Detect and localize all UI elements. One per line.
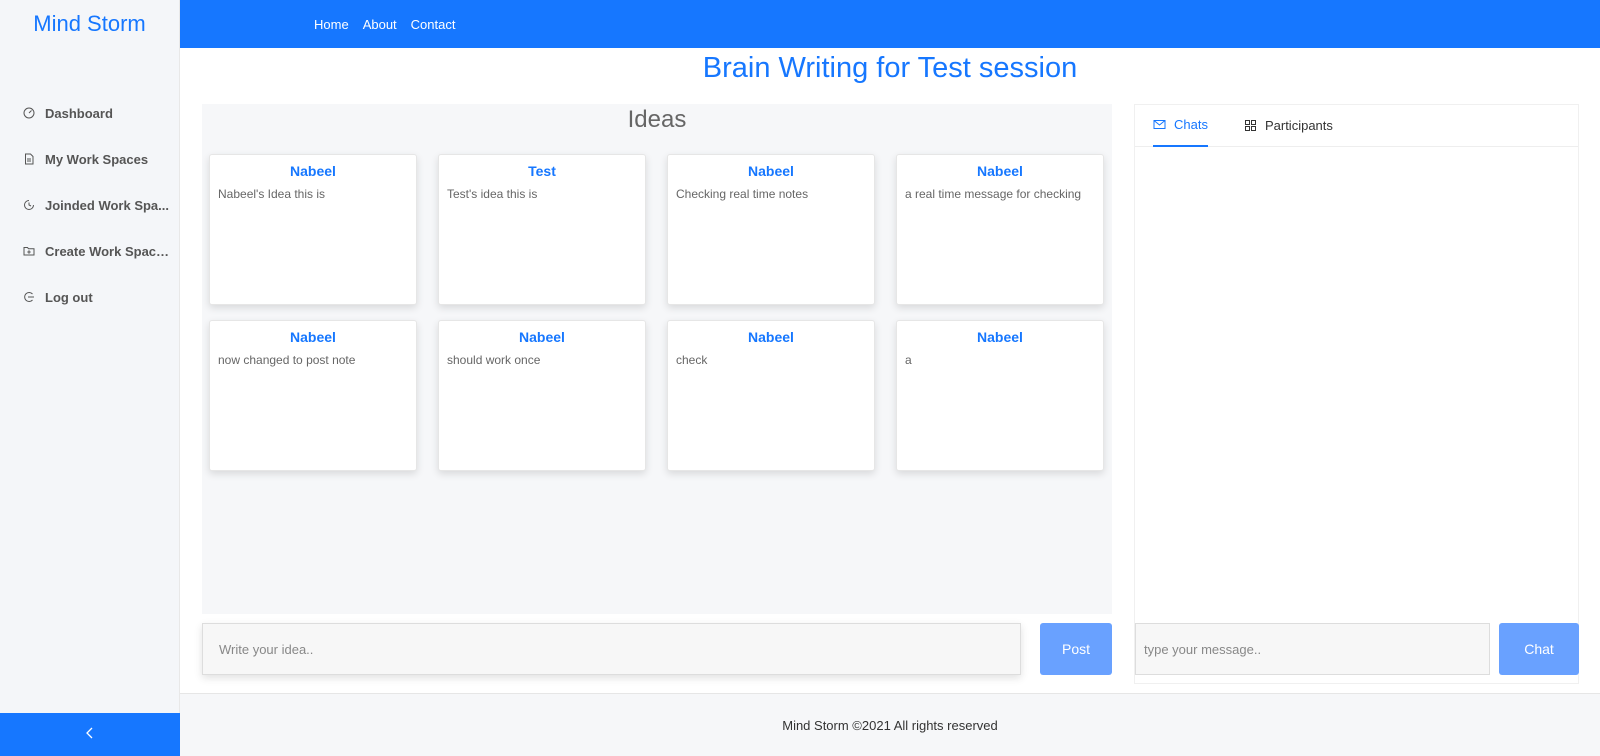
chevron-left-icon [85, 726, 95, 744]
note-author: Test [528, 163, 556, 179]
footer: Mind Storm ©2021 All rights reserved [180, 693, 1600, 756]
appstore-icon [1244, 119, 1257, 132]
note-text: Checking real time notes [676, 187, 809, 201]
note-author: Nabeel [977, 163, 1023, 179]
top-header: Home About Contact [180, 0, 1600, 48]
idea-note[interactable]: Nabeel Nabeel's Idea this is [209, 154, 417, 305]
sidebar-menu: Dashboard My Work Spaces Joinded Work Sp… [0, 90, 179, 320]
footer-text: Mind Storm ©2021 All rights reserved [782, 717, 998, 733]
notes-grid: Nabeel Nabeel's Idea this is Test Test's… [209, 154, 1104, 471]
post-button[interactable]: Post [1040, 623, 1112, 675]
note-text: Nabeel's Idea this is [218, 187, 326, 201]
sidebar-item-dashboard[interactable]: Dashboard [0, 90, 179, 136]
nav-home-link[interactable]: Home [314, 17, 349, 32]
ideas-title: Ideas [627, 106, 687, 133]
note-text: check [676, 353, 708, 367]
tab-label: Chats [1174, 117, 1208, 132]
sidebar-item-label: Create Work Spaces [45, 243, 170, 259]
idea-note[interactable]: Nabeel a [896, 320, 1104, 471]
note-author: Nabeel [748, 163, 794, 179]
note-text: should work once [447, 353, 541, 367]
idea-note[interactable]: Nabeel should work once [438, 320, 646, 471]
sidebar-item-label: My Work Spaces [45, 151, 149, 167]
note-text: Test's idea this is [447, 187, 538, 201]
idea-note[interactable]: Nabeel check [667, 320, 875, 471]
note-author: Nabeel [290, 163, 336, 179]
sidebar-item-label: Joinded Work Spa... [45, 197, 170, 213]
app-logo[interactable]: Mind Storm [0, 0, 179, 48]
sidebar: Mind Storm Dashboard My Work Spaces Join… [0, 0, 180, 756]
sidebar-item-label: Log out [45, 289, 93, 305]
idea-input[interactable] [202, 623, 1021, 675]
idea-note[interactable]: Nabeel now changed to post note [209, 320, 417, 471]
note-text: a real time message for checking [905, 187, 1082, 201]
tab-chats[interactable]: Chats [1153, 105, 1208, 147]
sidebar-item-my-work-spaces[interactable]: My Work Spaces [0, 136, 179, 182]
top-nav: Home About Contact [314, 0, 455, 48]
sidebar-item-create-work-spaces[interactable]: Create Work Spaces [0, 228, 179, 274]
note-author: Nabeel [519, 329, 565, 345]
ideas-panel: Ideas Nabeel Nabeel's Idea this is Test … [202, 104, 1112, 614]
mail-icon [1153, 118, 1166, 131]
chat-panel: Chats Participants Chat [1134, 104, 1579, 684]
sidebar-collapse-button[interactable] [0, 713, 180, 756]
idea-note[interactable]: Nabeel Checking real time notes [667, 154, 875, 305]
logout-icon [22, 290, 36, 304]
note-author: Nabeel [290, 329, 336, 345]
nav-contact-link[interactable]: Contact [411, 17, 456, 32]
dashboard-icon [22, 106, 36, 120]
sidebar-item-log-out[interactable]: Log out [0, 274, 179, 320]
nav-about-link[interactable]: About [363, 17, 397, 32]
tab-label: Participants [1264, 118, 1333, 133]
sidebar-item-label: Dashboard [45, 105, 113, 121]
chat-tabs: Chats Participants [1135, 105, 1578, 147]
note-author: Nabeel [977, 329, 1023, 345]
folder-add-icon [22, 244, 36, 258]
note-author: Nabeel [748, 329, 794, 345]
note-text: a [905, 353, 912, 367]
idea-note[interactable]: Test Test's idea this is [438, 154, 646, 305]
sidebar-item-joined-work-spaces[interactable]: Joinded Work Spa... [0, 182, 179, 228]
file-icon [22, 152, 36, 166]
chat-message-input[interactable] [1135, 623, 1490, 675]
chat-send-button[interactable]: Chat [1499, 623, 1579, 675]
page-title: Brain Writing for Test session [702, 52, 1078, 84]
idea-note[interactable]: Nabeel a real time message for checking [896, 154, 1104, 305]
history-icon [22, 198, 36, 212]
tab-participants[interactable]: Participants [1244, 105, 1333, 147]
note-text: now changed to post note [218, 353, 356, 367]
